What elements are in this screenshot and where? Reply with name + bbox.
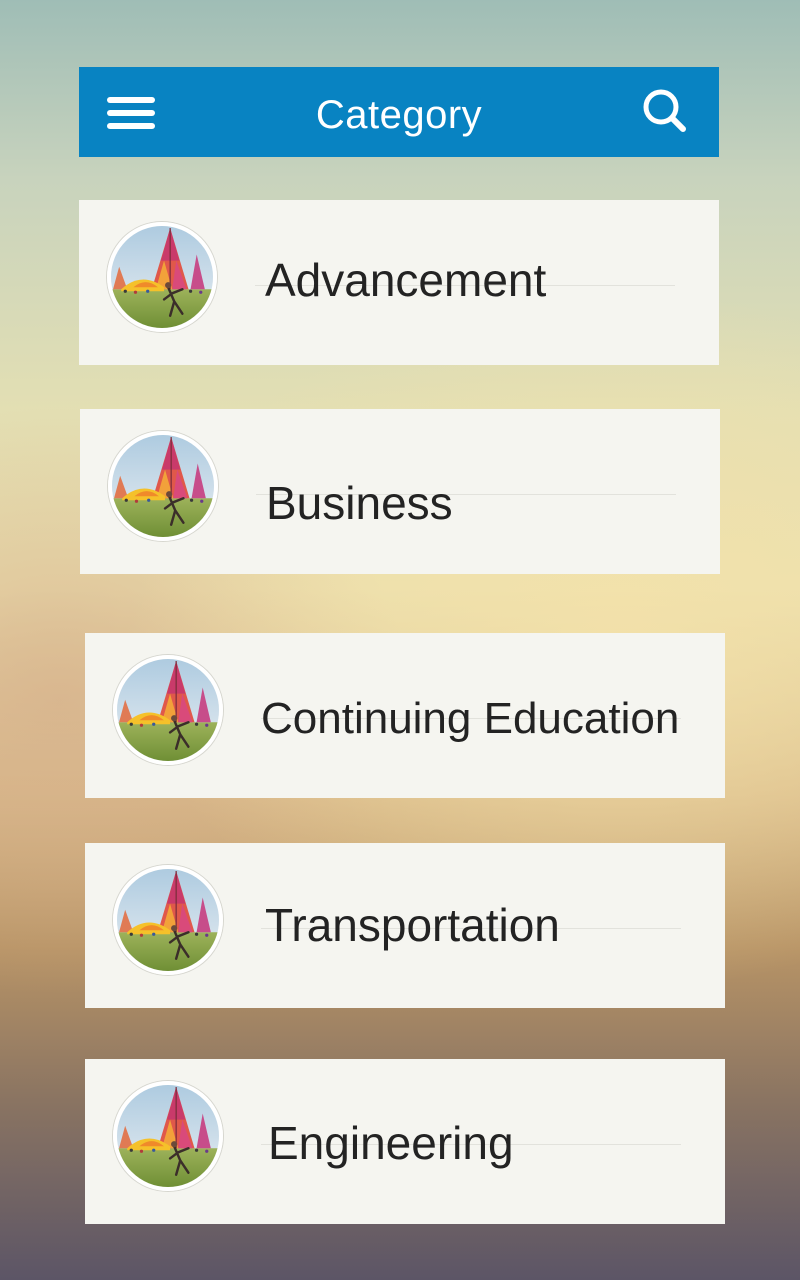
category-item-business[interactable]: Business bbox=[80, 409, 720, 574]
category-item-transportation[interactable]: Transportation bbox=[85, 843, 725, 1008]
category-label: Continuing Education bbox=[261, 694, 680, 743]
app-header: Category bbox=[79, 67, 719, 157]
page-title: Category bbox=[315, 93, 483, 137]
category-label: Advancement bbox=[265, 254, 547, 306]
category-item-engineering[interactable]: Engineering bbox=[85, 1059, 725, 1224]
category-label: Engineering bbox=[268, 1117, 514, 1169]
category-label: Business bbox=[266, 477, 453, 529]
festival-photo-thumbnail bbox=[113, 865, 223, 975]
search-icon[interactable] bbox=[641, 87, 689, 135]
category-item-continuing-education[interactable]: Continuing Education bbox=[85, 633, 725, 798]
festival-photo-thumbnail bbox=[113, 1081, 223, 1191]
category-label: Transportation bbox=[265, 899, 560, 951]
category-item-advancement[interactable]: Advancement bbox=[79, 200, 719, 365]
festival-photo-thumbnail bbox=[113, 655, 223, 765]
festival-photo-thumbnail bbox=[108, 431, 218, 541]
festival-photo-thumbnail bbox=[107, 222, 217, 332]
